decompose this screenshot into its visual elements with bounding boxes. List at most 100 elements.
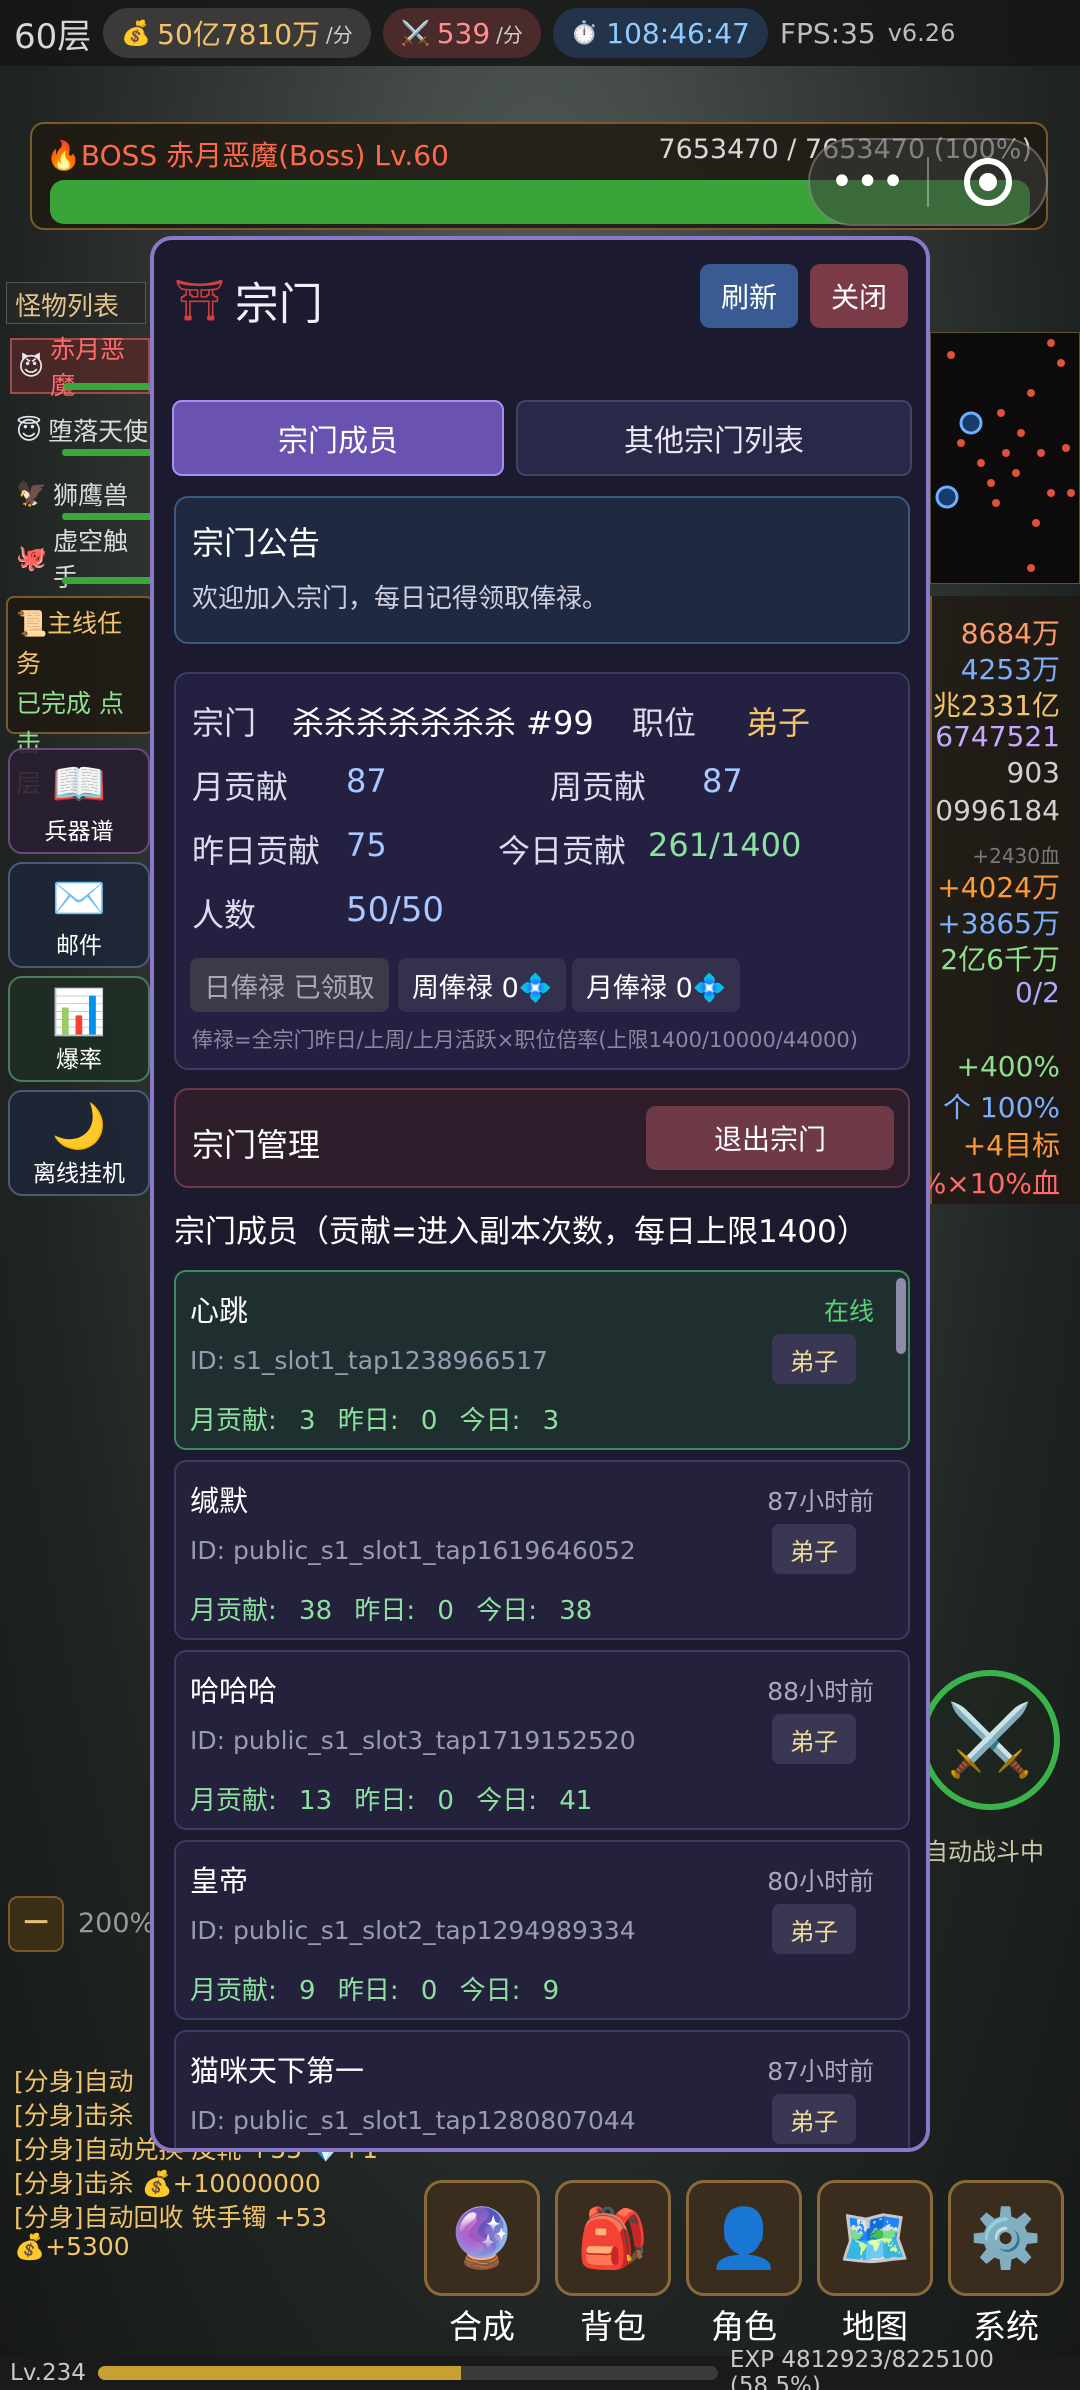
member-list-scrollbar[interactable] xyxy=(896,1278,906,1354)
today-contrib-label: 今日贡献 xyxy=(498,832,627,870)
minimap[interactable] xyxy=(930,332,1080,584)
stat-value: %×10%血 xyxy=(919,1167,1060,1200)
member-role-badge: 弟子 xyxy=(772,1904,856,1954)
monster-item[interactable]: 🐙虚空触手 xyxy=(10,527,152,592)
close-button[interactable]: 关闭 xyxy=(810,264,908,328)
monster-name: 赤月恶魔 xyxy=(50,335,126,400)
side-button-icon: 📊 xyxy=(51,987,107,1038)
floor-label: 60层 xyxy=(14,16,92,57)
nav-icon: 🔮 xyxy=(445,2203,519,2272)
nav-label: 背包 xyxy=(580,2307,646,2346)
main-quest-panel[interactable]: 📜主线任务 已完成 点击 层 xyxy=(6,596,154,798)
stopwatch-icon: ⏱️ xyxy=(570,20,599,46)
stat-value: +2430血 xyxy=(972,844,1060,868)
nav-label: 地图 xyxy=(842,2307,908,2346)
sect-dialog-title: 宗门 xyxy=(234,279,323,330)
position-value: 弟子 xyxy=(746,704,811,742)
more-menu-icon[interactable]: ••• xyxy=(810,159,927,205)
members-header: 宗门成员（贡献=进入副本次数，每日上限1400） xyxy=(174,1214,868,1250)
member-role-badge: 弟子 xyxy=(772,2094,856,2144)
nav-label: 合成 xyxy=(449,2307,515,2346)
sect-name: 杀杀杀杀杀杀杀 #99 xyxy=(292,704,594,742)
kill-rate-pill: ⚔️ 539 /分 xyxy=(382,8,541,58)
map-button[interactable]: 🗺️ xyxy=(817,2180,933,2296)
member-name: 缄默 xyxy=(190,1484,249,1518)
xp-fill xyxy=(97,2366,461,2380)
close-program-icon[interactable] xyxy=(929,158,1046,206)
member-card[interactable]: 心跳 在线 ID: s1_slot1_tap1238966517 弟子 月贡献: 3 昨… xyxy=(174,1270,910,1450)
nav-icon: 👤 xyxy=(707,2203,781,2272)
synthesis-button[interactable]: 🔮 xyxy=(424,2180,540,2296)
drop-rate-button[interactable]: 📊 爆率 xyxy=(8,976,150,1082)
torii-gate-icon: ⛩ xyxy=(174,277,225,324)
timer-pill: ⏱️ 108:46:47 xyxy=(552,8,768,58)
side-button-icon: 🌙 xyxy=(51,1101,107,1152)
member-last-seen: 在线 xyxy=(823,1297,874,1326)
scroll-icon: 📜 xyxy=(16,609,48,638)
monster-item[interactable]: 😈 赤月恶魔 xyxy=(10,335,154,400)
monster-avatar-icon: 🐙 xyxy=(16,543,48,572)
gold-rate-unit: /分 xyxy=(326,22,353,47)
version-label: v6.26 xyxy=(887,19,956,47)
xp-text: EXP 4812923/8225100 (58.5%) xyxy=(729,2347,994,2390)
zoom-out-button[interactable]: − xyxy=(8,1896,64,1952)
sect-info-card: 宗门 杀杀杀杀杀杀杀 #99 职位 弟子 月贡献 87 周贡献 87 昨日贡献 … xyxy=(174,672,910,1070)
member-card[interactable]: 缄默 87小时前 ID: public_s1_slot1_tap1619646052… xyxy=(174,1460,910,1640)
member-id: ID: public_s1_slot3_tap1719152520 xyxy=(190,1726,636,1755)
quest-title: 📜主线任务 xyxy=(16,604,144,684)
stat-value: +4024万 xyxy=(937,871,1060,904)
monster-avatar-icon: 🦅 xyxy=(16,479,48,508)
minimap-dots xyxy=(935,339,1075,572)
stat-value: 903 xyxy=(1006,756,1060,789)
fps-counter: FPS:35 xyxy=(779,16,876,50)
monster-list-title: 怪物列表 xyxy=(6,282,146,324)
nav-icon: 🎒 xyxy=(576,2203,650,2272)
member-name: 哈哈哈 xyxy=(190,1674,278,1708)
member-card[interactable]: 皇帝 80小时前 ID: public_s1_slot2_tap1294989334… xyxy=(174,1840,910,2020)
offline-idle-button[interactable]: 🌙 离线挂机 xyxy=(8,1090,150,1196)
weekly-salary-button[interactable]: 周俸禄 0💠 xyxy=(398,958,567,1012)
monster-item[interactable]: 😇 堕落天使 xyxy=(10,402,152,458)
member-count: 50/50 xyxy=(346,890,444,930)
monster-item[interactable]: 🦅 狮鹰兽 xyxy=(10,466,152,522)
member-name: 心跳 xyxy=(190,1294,249,1328)
stat-value: 0/2 xyxy=(1014,976,1060,1009)
tab-other-sects[interactable]: 其他宗门列表 xyxy=(516,400,912,476)
member-card[interactable]: 猫咪天下第一 87小时前 ID: public_s1_slot1_tap128080… xyxy=(174,2030,910,2148)
member-card[interactable]: 哈哈哈 88小时前 ID: public_s1_slot3_tap171915252… xyxy=(174,1650,910,1830)
member-contribution: 月贡献: 3 昨日: 0 今日: 3 xyxy=(190,1406,560,1436)
stat-value: 个 100% xyxy=(943,1091,1060,1124)
sect-manage-card: 宗门管理 退出宗门 xyxy=(174,1088,910,1188)
member-id: ID: public_s1_slot1_tap1619646052 xyxy=(190,1536,636,1565)
monster-hp-bar xyxy=(62,513,152,520)
weapon-codex-button[interactable]: 📖 兵器谱 xyxy=(8,748,150,854)
monster-name: 狮鹰兽 xyxy=(53,481,129,510)
yesterday-contrib: 75 xyxy=(346,826,387,864)
side-button-label: 邮件 xyxy=(56,933,102,959)
xp-track xyxy=(97,2366,718,2380)
character-button[interactable]: 👤 xyxy=(686,2180,802,2296)
backpack-button[interactable]: 🎒 xyxy=(555,2180,671,2296)
mini-program-capsule[interactable]: ••• xyxy=(808,138,1048,226)
yesterday-contrib-label: 昨日贡献 xyxy=(192,832,321,870)
member-role-badge: 弟子 xyxy=(772,1714,856,1764)
leave-sect-button[interactable]: 退出宗门 xyxy=(646,1106,894,1170)
side-button-icon: ✉️ xyxy=(51,873,107,924)
battle-log-line: [分身]自动回收 铁手镯 +53 xyxy=(14,2203,328,2232)
member-id: ID: public_s1_slot1_tap1280807044 xyxy=(190,2106,636,2135)
side-button-label: 爆率 xyxy=(56,1047,102,1073)
refresh-button[interactable]: 刷新 xyxy=(700,264,798,328)
player-level: Lv.234 xyxy=(10,2360,86,2386)
auto-battle-button[interactable]: ⚔️ xyxy=(920,1670,1060,1810)
tab-sect-members[interactable]: 宗门成员 xyxy=(172,400,504,476)
mail-button[interactable]: ✉️ 邮件 xyxy=(8,862,150,968)
stat-value: 2亿6千万 xyxy=(940,943,1060,976)
play-timer: 108:46:47 xyxy=(606,16,750,50)
money-bag-icon: 💰 xyxy=(121,19,152,47)
gold-rate: 50亿7810万 xyxy=(157,18,321,51)
member-contribution: 月贡献: 13 昨日: 0 今日: 41 xyxy=(190,1786,593,1816)
monthly-salary-button[interactable]: 月俸禄 0💠 xyxy=(572,958,741,1012)
system-button[interactable]: ⚙️ xyxy=(948,2180,1064,2296)
experience-bar: Lv.234 EXP 4812923/8225100 (58.5%) xyxy=(0,2347,1080,2390)
side-button-icon: 📖 xyxy=(51,759,107,810)
